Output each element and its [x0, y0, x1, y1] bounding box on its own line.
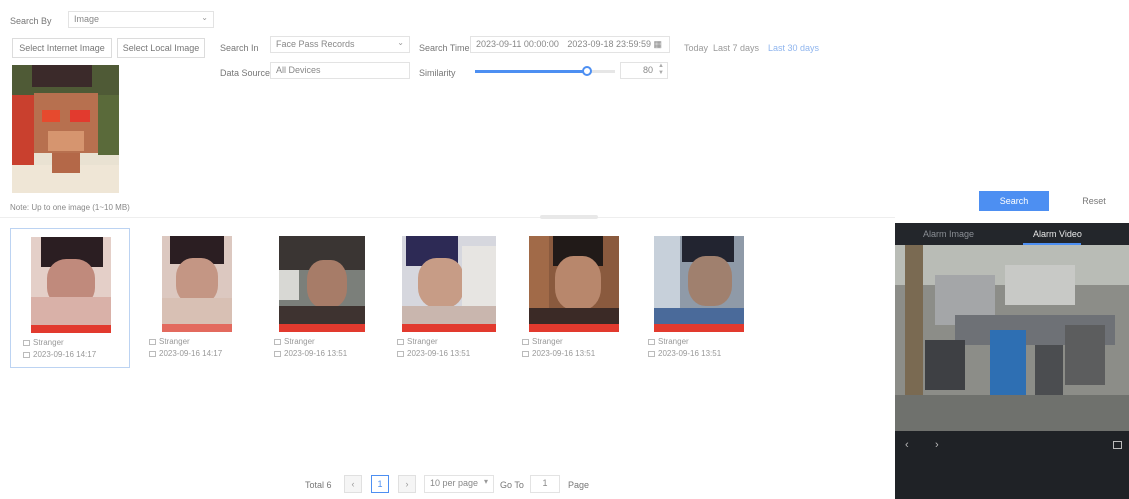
goto-label: Go To [500, 480, 524, 490]
fullscreen-icon[interactable] [1113, 441, 1122, 449]
similarity-value-input[interactable]: 80 ▲ ▼ [620, 62, 668, 79]
person-icon [648, 338, 655, 345]
tab-alarm-video[interactable]: Alarm Video [1033, 229, 1082, 239]
result-face-image [279, 236, 365, 332]
prev-frame-icon[interactable]: ‹ [905, 439, 909, 451]
page-label: Page [568, 480, 590, 490]
reset-button[interactable]: Reset [1067, 191, 1121, 211]
clock-icon [648, 350, 655, 357]
result-title: Stranger [23, 338, 64, 347]
per-page-select[interactable]: 10 per page ▾ [424, 475, 494, 493]
last7-link[interactable]: Last 7 days [713, 43, 759, 53]
next-frame-icon[interactable]: › [935, 439, 939, 451]
search-in-select[interactable]: Face Pass Records ⌄ [270, 36, 410, 53]
calendar-icon: ▦ [653, 39, 663, 49]
goto-input[interactable]: 1 [530, 475, 560, 493]
search-time-range[interactable]: 2023-09-11 00:00:00 2023-09-18 23:59:59 … [470, 36, 670, 53]
clock-icon [522, 350, 529, 357]
time-start: 2023-09-11 00:00:00 [476, 39, 559, 49]
clock-icon [23, 351, 30, 358]
uploaded-face-image [12, 65, 119, 193]
stepper-icon[interactable]: ▲ ▼ [658, 63, 664, 77]
similarity-value: 80 [642, 65, 653, 75]
clock-icon [149, 350, 156, 357]
today-link[interactable]: Today [684, 43, 708, 53]
page-button-current[interactable]: 1 [371, 475, 389, 493]
data-source-input[interactable]: All Devices [270, 62, 410, 79]
result-card[interactable]: Stranger 2023-09-16 13:51 [385, 228, 505, 368]
person-icon [397, 338, 404, 345]
search-time-label: Search Time [419, 43, 470, 53]
upload-note: Note: Up to one image (1~10 MB) [10, 203, 130, 212]
result-time: 2023-09-16 13:51 [522, 349, 595, 358]
result-face-image [402, 236, 496, 332]
next-page-button[interactable]: › [398, 475, 416, 493]
alarm-video-frame[interactable] [895, 245, 1129, 431]
search-by-select[interactable]: Image ⌄ [68, 11, 214, 28]
result-time: 2023-09-16 14:17 [23, 350, 96, 359]
search-in-label: Search In [220, 43, 259, 53]
chevron-down-icon: ▾ [483, 477, 488, 486]
search-button[interactable]: Search [979, 191, 1049, 211]
result-card[interactable]: Stranger 2023-09-16 14:17 [137, 228, 257, 368]
result-title: Stranger [274, 337, 315, 346]
last30-link[interactable]: Last 30 days [768, 43, 819, 53]
person-icon [149, 338, 156, 345]
chevron-down-icon: ⌄ [201, 13, 208, 22]
result-face-image [654, 236, 744, 332]
result-face-image [529, 236, 619, 332]
chevron-left-icon: ‹ [351, 479, 355, 489]
result-time: 2023-09-16 13:51 [648, 349, 721, 358]
search-in-value: Face Pass Records [276, 39, 355, 49]
data-source-label: Data Source [220, 68, 271, 78]
pagination-total: Total 6 [305, 480, 332, 490]
similarity-handle[interactable] [582, 66, 592, 76]
clock-icon [397, 350, 404, 357]
tab-alarm-image[interactable]: Alarm Image [923, 229, 974, 239]
person-icon [522, 338, 529, 345]
time-end: 2023-09-18 23:59:59 [567, 39, 651, 49]
select-internet-image-button[interactable]: Select Internet Image [12, 38, 112, 58]
result-title: Stranger [648, 337, 689, 346]
result-title: Stranger [522, 337, 563, 346]
select-local-image-button[interactable]: Select Local Image [117, 38, 205, 58]
result-face-image [162, 236, 232, 332]
similarity-fill [475, 70, 587, 73]
chevron-right-icon: › [405, 479, 409, 489]
result-card[interactable]: Stranger 2023-09-16 13:51 [262, 228, 382, 368]
person-icon [274, 338, 281, 345]
result-title: Stranger [149, 337, 190, 346]
result-time: 2023-09-16 14:17 [149, 349, 222, 358]
result-card[interactable]: Stranger 2023-09-16 13:51 [510, 228, 630, 368]
prev-page-button[interactable]: ‹ [344, 475, 362, 493]
result-card[interactable]: Stranger 2023-09-16 14:17 [10, 228, 130, 368]
collapse-handle[interactable] [540, 215, 598, 219]
result-title: Stranger [397, 337, 438, 346]
search-by-label: Search By [10, 16, 52, 26]
search-by-value: Image [74, 14, 100, 24]
divider [0, 217, 895, 218]
similarity-slider[interactable] [475, 66, 615, 76]
result-time: 2023-09-16 13:51 [397, 349, 470, 358]
preview-tabs: Alarm Image Alarm Video [895, 223, 1129, 245]
per-page-value: 10 per page [430, 478, 479, 488]
result-face-image [31, 237, 111, 333]
result-time: 2023-09-16 13:51 [274, 349, 347, 358]
preview-panel: Alarm Image Alarm Video ‹ › [895, 223, 1129, 499]
similarity-label: Similarity [419, 68, 456, 78]
chevron-down-icon: ⌄ [397, 38, 404, 47]
result-card[interactable]: Stranger 2023-09-16 13:51 [636, 228, 756, 368]
clock-icon [274, 350, 281, 357]
person-icon [23, 339, 30, 346]
